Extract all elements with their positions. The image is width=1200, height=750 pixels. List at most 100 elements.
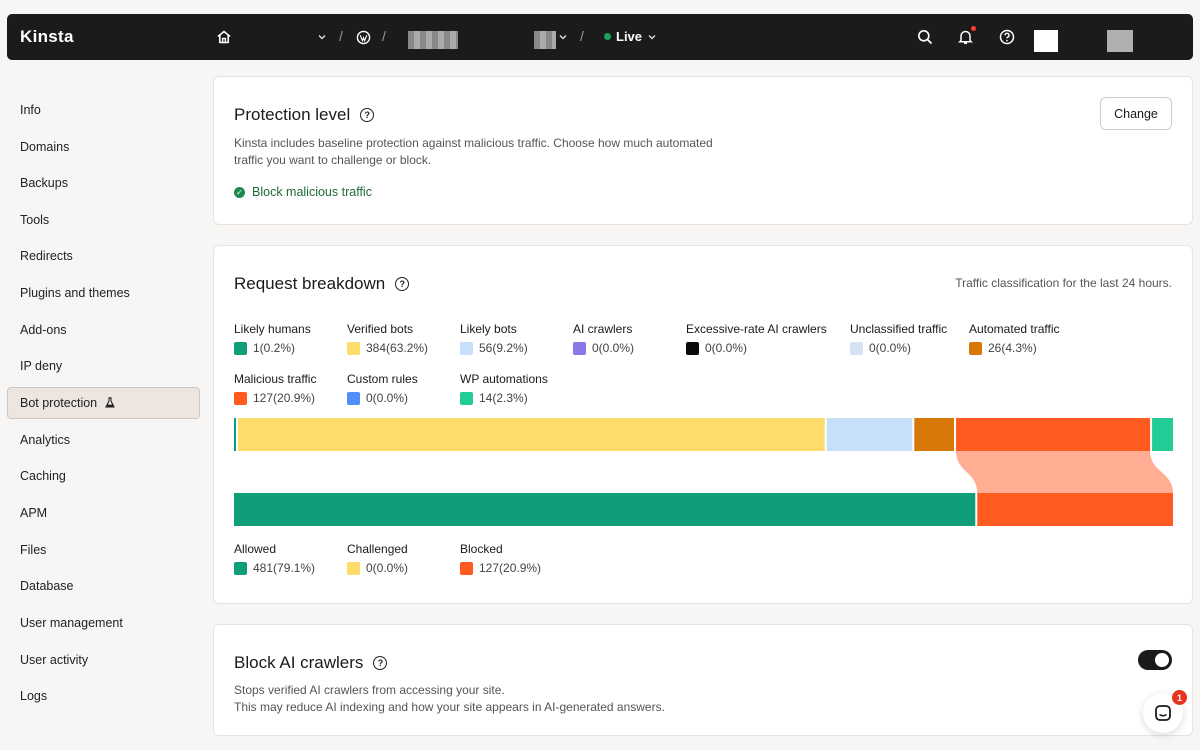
legend-value: 1(0.2%): [234, 341, 311, 355]
wordpress-icon[interactable]: [353, 27, 373, 47]
legend-label: AI crawlers: [573, 322, 633, 336]
help-icon[interactable]: ?: [395, 277, 410, 291]
legend-value-text: 481(79.1%): [253, 561, 316, 575]
check-circle-icon: ✓: [234, 186, 245, 198]
legend-swatch: [234, 341, 247, 355]
card-title: Block AI crawlers: [234, 653, 364, 672]
sidebar-item-backups[interactable]: Backups: [7, 167, 200, 199]
sidebar-item-user-activity[interactable]: User activity: [7, 644, 200, 676]
block-ai-crawlers-card: Block AI crawlers ? Stops verified AI cr…: [213, 624, 1193, 736]
legend-swatch: [573, 341, 586, 355]
sidebar-item-plugins-and-themes[interactable]: Plugins and themes: [7, 277, 200, 309]
legend-item: Challenged 0(0.0%): [347, 542, 408, 575]
environment-selector[interactable]: Live: [604, 29, 657, 44]
ai-crawlers-description: Stops verified AI crawlers from accessin…: [234, 682, 665, 716]
home-icon[interactable]: [214, 27, 234, 47]
sidebar-item-bot-protection[interactable]: Bot protection: [7, 387, 200, 419]
legend-value-text: 0(0.0%): [366, 391, 409, 405]
chat-icon: [1155, 705, 1171, 721]
legend-item: Blocked 127(20.9%): [460, 542, 541, 575]
category-bar-segment[interactable]: [826, 418, 913, 451]
category-bar-segment[interactable]: [914, 418, 955, 451]
legend-value-text: 56(9.2%): [479, 341, 528, 355]
category-bar-segment[interactable]: [234, 418, 236, 451]
top-navbar: Kinsta / / / Live: [7, 14, 1193, 60]
sidebar-item-info[interactable]: Info: [7, 94, 200, 126]
legend-swatch: [234, 561, 247, 575]
sidebar-item-analytics[interactable]: Analytics: [7, 424, 200, 456]
outcome-bar-segment[interactable]: [977, 493, 1173, 526]
category-bar-segment[interactable]: [1152, 418, 1173, 451]
legend-label: Verified bots: [347, 322, 414, 336]
block-ai-crawlers-toggle[interactable]: [1138, 650, 1172, 670]
sidebar-item-database[interactable]: Database: [7, 570, 200, 602]
category-bar-segment[interactable]: [956, 418, 1151, 451]
protection-level-card: Protection level ? Kinsta includes basel…: [213, 76, 1193, 225]
sidebar-item-redirects[interactable]: Redirects: [7, 240, 200, 272]
legend-value-text: 0(0.0%): [869, 341, 912, 355]
legend-label: Custom rules: [347, 372, 418, 386]
category-bar-segment[interactable]: [238, 418, 825, 451]
user-avatar[interactable]: [1034, 30, 1058, 52]
help-icon[interactable]: [997, 27, 1017, 47]
legend-swatch: [347, 391, 360, 405]
toggle-knob: [1155, 653, 1169, 667]
sidebar-item-ip-deny[interactable]: IP deny: [7, 350, 200, 382]
legend-label: Excessive-rate AI crawlers: [686, 322, 827, 336]
protection-description: Kinsta includes baseline protection agai…: [234, 135, 713, 169]
sidebar-item-tools[interactable]: Tools: [7, 204, 200, 236]
legend-item: AI crawlers 0(0.0%): [573, 322, 634, 355]
legend-item: WP automations 14(2.3%): [460, 372, 548, 405]
description-line: Kinsta includes baseline protection agai…: [234, 136, 713, 150]
search-icon[interactable]: [915, 27, 935, 47]
legend-item: Automated traffic 26(4.3%): [969, 322, 1060, 355]
help-icon[interactable]: ?: [373, 656, 388, 670]
chat-button[interactable]: 1: [1143, 690, 1187, 733]
legend-label: Unclassified traffic: [850, 322, 948, 336]
sidebar-item-caching[interactable]: Caching: [7, 460, 200, 492]
live-status-dot: [604, 33, 611, 40]
bell-icon[interactable]: [955, 26, 976, 47]
site-name-redacted[interactable]: [408, 31, 458, 49]
breadcrumb-separator: /: [580, 28, 584, 44]
kinsta-logo[interactable]: Kinsta: [20, 27, 74, 47]
legend-label: Challenged: [347, 542, 408, 556]
breakdown-subtitle: Traffic classification for the last 24 h…: [955, 276, 1172, 290]
legend-label: Automated traffic: [969, 322, 1060, 336]
legend-label: Likely bots: [460, 322, 517, 336]
legend-swatch: [969, 341, 982, 355]
legend-value-text: 127(20.9%): [479, 561, 542, 575]
description-line: Stops verified AI crawlers from accessin…: [234, 683, 505, 697]
card-title: Request breakdown: [234, 274, 386, 293]
legend-swatch: [686, 341, 699, 355]
sidebar-item-user-management[interactable]: User management: [7, 607, 200, 639]
legend-swatch: [347, 341, 360, 355]
notification-dot: [971, 26, 976, 31]
company-avatar[interactable]: [1107, 30, 1133, 52]
legend-swatch: [347, 561, 360, 575]
flask-icon: [104, 397, 115, 408]
protection-status: ✓ Block malicious traffic: [234, 185, 372, 199]
legend-value-text: 26(4.3%): [988, 341, 1037, 355]
legend-value-text: 127(20.9%): [253, 391, 316, 405]
sidebar-item-logs[interactable]: Logs: [7, 680, 200, 712]
sidebar-item-files[interactable]: Files: [7, 534, 200, 566]
chevron-down-icon[interactable]: [312, 27, 332, 47]
chevron-down-icon[interactable]: [553, 27, 573, 47]
sidebar-item-domains[interactable]: Domains: [7, 131, 200, 163]
legend-label: Blocked: [460, 542, 503, 556]
legend-item: Likely humans 1(0.2%): [234, 322, 311, 355]
sidebar-item-add-ons[interactable]: Add-ons: [7, 314, 200, 346]
card-title: Protection level: [234, 105, 351, 124]
legend-swatch: [460, 391, 473, 405]
legend-value: 26(4.3%): [969, 341, 1060, 355]
legend-value: 56(9.2%): [460, 341, 528, 355]
legend-item: Verified bots 384(63.2%): [347, 322, 428, 355]
outcome-bar-segment[interactable]: [234, 493, 976, 526]
environment-label: Live: [616, 29, 643, 44]
change-button[interactable]: Change: [1100, 97, 1172, 130]
legend-value-text: 0(0.0%): [592, 341, 635, 355]
help-icon[interactable]: ?: [360, 108, 375, 122]
sidebar-item-apm[interactable]: APM: [7, 497, 200, 529]
legend-value: 0(0.0%): [686, 341, 827, 355]
